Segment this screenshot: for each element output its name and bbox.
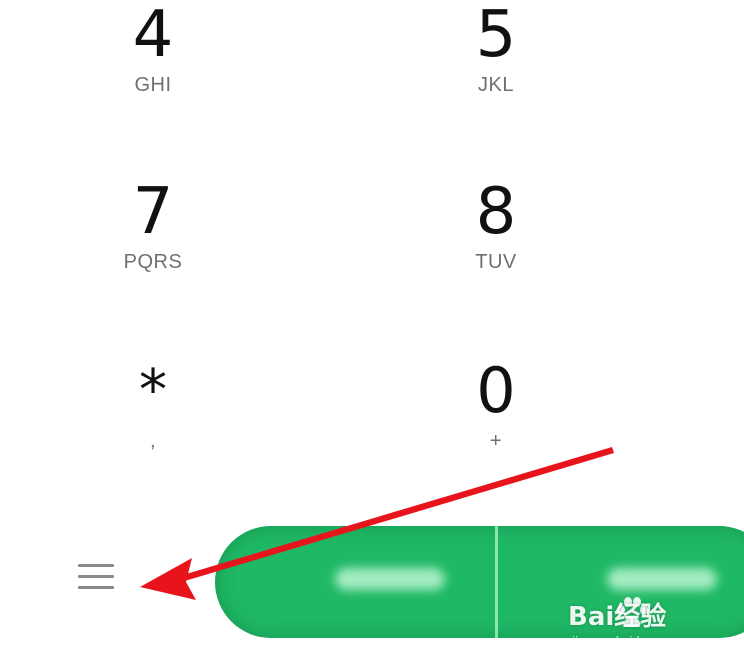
dial-key-8[interactable]: 8 TUV (396, 177, 596, 274)
menu-line (78, 564, 114, 567)
dial-key-4[interactable]: 4 GHI (53, 0, 253, 97)
phone-icon (335, 568, 445, 590)
dial-key-digit: 5 (475, 0, 517, 72)
dial-key-letters: + (489, 430, 503, 452)
dial-key-letters: JKL (478, 74, 514, 96)
dial-key-letters: PQRS (123, 251, 183, 273)
dial-key-5[interactable]: 5 JKL (396, 0, 596, 97)
dial-key-7[interactable]: 7 PQRS (53, 177, 253, 274)
baidu-watermark: Bai经验 jingyan.baidu.com (568, 596, 738, 656)
dial-key-0[interactable]: 0 + (396, 356, 596, 453)
watermark-brand: Bai经验 (568, 602, 667, 632)
dial-key-digit: 7 (132, 175, 174, 249)
dial-key-digit: 4 (132, 0, 174, 72)
dial-key-digit: 0 (476, 354, 516, 427)
dial-key-letters: TUV (475, 251, 517, 273)
arrow-head (140, 558, 196, 600)
watermark-url: jingyan.baidu.com (572, 634, 674, 647)
dial-key-letters: GHI (134, 74, 172, 96)
dial-key-letters: , (149, 430, 157, 452)
phone-icon (607, 568, 717, 590)
menu-line (78, 586, 114, 589)
call-button-sim1[interactable] (215, 526, 495, 638)
dial-key-digit: * (139, 358, 167, 423)
dial-key-star[interactable]: * , (53, 356, 253, 453)
menu-line (78, 575, 114, 578)
hamburger-menu-icon[interactable] (78, 564, 118, 600)
dial-key-digit: 8 (475, 175, 517, 249)
